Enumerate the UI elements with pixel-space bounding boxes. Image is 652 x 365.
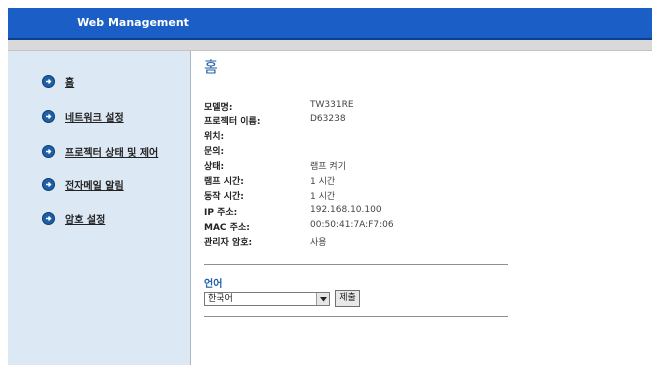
info-label: 프로젝터 이름: [204,117,261,127]
sidebar-item-password-settings[interactable]: 암호 설정 [42,208,105,228]
sidebar-item-label: 프로젝터 상태 및 제어 [65,147,159,159]
info-label: MAC 주소: [204,223,250,233]
sidebar-item-network-settings[interactable]: 네트워크 설정 [42,106,124,126]
info-value: D63238 [310,114,346,124]
chevron-down-icon[interactable] [316,293,329,305]
submit-button[interactable]: 제출 [335,290,360,307]
info-value: 1 시간 [310,192,336,202]
info-row-admin-password: 관리자 암호: 사용 [204,235,504,249]
info-row-lamp-hours: 램프 시간: 1 시간 [204,174,504,188]
language-select-value: 한국어 [208,294,233,304]
sidebar-item-projector-status[interactable]: 프로젝터 상태 및 제어 [42,141,158,161]
info-label: IP 주소: [204,208,238,218]
info-row-contact: 문의: [204,144,504,158]
info-row-mac-address: MAC 주소: 00:50:41:7A:F7:06 [204,220,504,234]
sidebar-item-label: 네트워크 설정 [65,112,124,124]
info-label: 동작 시간: [204,192,244,202]
app-title: Web Management [77,16,189,29]
sidebar-item-email-alerts[interactable]: 전자메일 알림 [42,174,124,194]
info-label: 램프 시간: [204,177,244,187]
divider [204,264,508,265]
sidebar-item-home[interactable]: 홈 [42,71,74,91]
arrow-right-circle-icon [42,109,55,123]
language-select[interactable]: 한국어 [204,292,330,306]
arrow-right-circle-icon [42,177,55,191]
sidebar: 홈 네트워크 설정 프로젝터 상태 및 제어 전자메일 알림 암호 설정 [8,51,191,365]
info-label: 모델명: [204,103,233,113]
sidebar-item-label: 홈 [65,77,75,89]
info-value: 192.168.10.100 [310,205,382,215]
info-value: 00:50:41:7A:F7:06 [310,220,394,230]
info-value: TW331RE [310,100,354,110]
divider [204,316,508,317]
info-row-location: 위치: [204,129,504,143]
info-label: 문의: [204,147,225,157]
info-row-projector-name: 프로젝터 이름: D63238 [204,114,504,128]
sidebar-item-label: 전자메일 알림 [65,180,124,192]
info-row-model: 모델명: TW331RE [204,100,504,114]
arrow-right-circle-icon [42,74,55,88]
info-value: 1 시간 [310,177,336,187]
info-label: 상태: [204,162,225,172]
info-label: 위치: [204,132,225,142]
info-row-status: 상태: 램프 켜기 [204,159,504,173]
info-label: 관리자 암호: [204,238,253,248]
info-value: 사용 [310,238,327,248]
info-value: 램프 켜기 [310,162,346,172]
sidebar-item-label: 암호 설정 [65,214,106,226]
info-row-ip-address: IP 주소: 192.168.10.100 [204,205,504,219]
main-content: 홈 모델명: TW331RE 프로젝터 이름: D63238 위치: 문의: 상… [190,51,652,365]
info-row-operating-hours: 동작 시간: 1 시간 [204,189,504,203]
language-section-title: 언어 [204,279,223,290]
arrow-right-circle-icon [42,144,55,158]
arrow-right-circle-icon [42,211,55,225]
header-bar: Web Management [8,8,652,40]
page-title: 홈 [204,58,218,76]
header-strip [8,40,652,51]
